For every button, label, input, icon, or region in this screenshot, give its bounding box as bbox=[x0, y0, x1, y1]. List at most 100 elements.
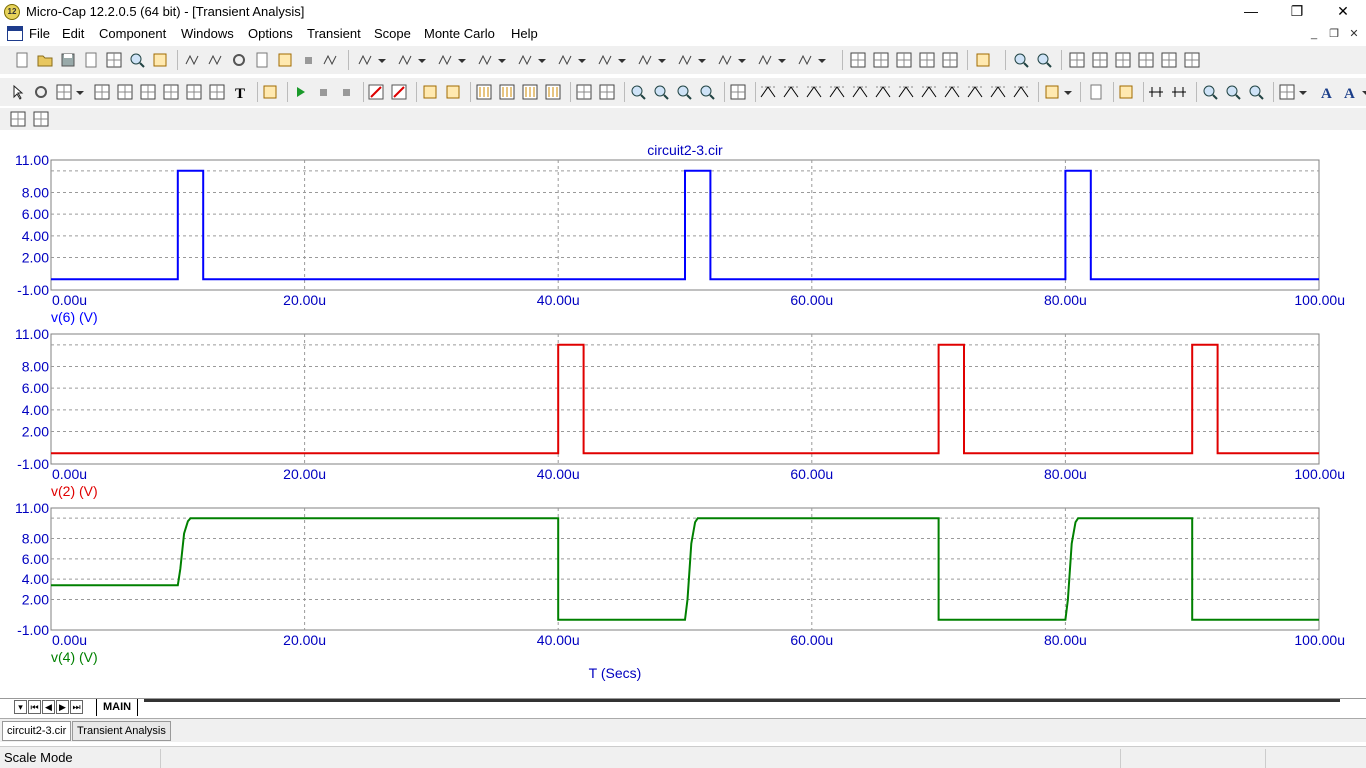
battery-dropdown-icon[interactable] bbox=[617, 52, 633, 68]
menu-component[interactable]: Component bbox=[99, 26, 166, 41]
menu-scope[interactable]: Scope bbox=[374, 26, 411, 41]
tab-next-icon[interactable]: ▶ bbox=[56, 700, 69, 714]
mdi-minimize-button[interactable]: _ bbox=[1306, 27, 1322, 41]
font-icon[interactable]: A bbox=[1319, 84, 1335, 102]
ruler-icon[interactable] bbox=[522, 84, 538, 100]
component-library-icon[interactable] bbox=[1013, 52, 1029, 68]
menu-transient[interactable]: Transient bbox=[307, 26, 361, 41]
tab-scroll-down-icon[interactable]: ▾ bbox=[14, 700, 27, 714]
menu-options[interactable]: Options bbox=[248, 26, 293, 41]
app-icon[interactable]: 12 bbox=[4, 4, 20, 20]
inductor-dropdown-icon[interactable] bbox=[497, 52, 513, 68]
tokens-icon[interactable] bbox=[445, 84, 461, 100]
analysis-run-icon[interactable] bbox=[1184, 52, 1200, 68]
magnify-out-icon[interactable] bbox=[1225, 84, 1241, 100]
tab-prev-icon[interactable]: ◀ bbox=[42, 700, 55, 714]
peak-icon[interactable] bbox=[806, 84, 822, 100]
preferences-icon[interactable] bbox=[1092, 52, 1108, 68]
valley-icon[interactable] bbox=[829, 84, 845, 100]
transient-plot[interactable]: circuit2-3.cir 11.00 8.00 6.00 4.00 2.00 -1.00… bbox=[0, 130, 1366, 698]
paste-special-icon[interactable] bbox=[1044, 84, 1060, 100]
cursor-left-icon[interactable] bbox=[760, 84, 776, 100]
inflection-icon[interactable] bbox=[898, 84, 914, 100]
select-mode-icon[interactable] bbox=[10, 84, 26, 100]
slope-icon[interactable] bbox=[921, 84, 937, 100]
tab-first-icon[interactable]: ⏮ bbox=[28, 700, 41, 714]
series-label[interactable]: v(2) (V) bbox=[51, 483, 98, 499]
series-label[interactable]: v(4) (V) bbox=[51, 649, 98, 665]
text-mode-icon[interactable]: T bbox=[232, 84, 248, 102]
document-icon[interactable] bbox=[7, 26, 23, 41]
minor-grid-icon[interactable] bbox=[499, 84, 515, 100]
scale-mode-icon[interactable] bbox=[94, 84, 110, 100]
tools-icon[interactable] bbox=[1138, 52, 1154, 68]
cursor-copy-dropdown-icon[interactable] bbox=[75, 84, 91, 100]
ground-dropdown-icon[interactable] bbox=[377, 52, 393, 68]
font-style-icon[interactable]: A bbox=[1342, 84, 1358, 102]
resistor-dropdown-icon[interactable] bbox=[417, 52, 433, 68]
mdi-close-button[interactable]: ✕ bbox=[1346, 27, 1362, 41]
inductor-icon[interactable] bbox=[478, 52, 494, 68]
capacitor2-icon[interactable] bbox=[718, 52, 734, 68]
ic-dropdown-icon[interactable] bbox=[697, 52, 713, 68]
horizontal-axis-icon[interactable] bbox=[576, 84, 592, 100]
menu-monte-carlo[interactable]: Monte Carlo bbox=[424, 26, 495, 41]
font-style-dropdown-icon[interactable] bbox=[1361, 84, 1366, 100]
capacitor-dropdown-icon[interactable] bbox=[457, 52, 473, 68]
resistor-icon[interactable] bbox=[398, 52, 414, 68]
buffer-dropdown-icon[interactable] bbox=[657, 52, 673, 68]
vertical-tag-icon[interactable] bbox=[186, 84, 202, 100]
low-icon[interactable] bbox=[875, 84, 891, 100]
plot-separate-icon[interactable] bbox=[545, 84, 561, 100]
run-icon[interactable] bbox=[292, 84, 308, 100]
pan-mode-icon[interactable] bbox=[33, 84, 49, 100]
window-cascade-icon[interactable] bbox=[850, 52, 866, 68]
window-tile-v-icon[interactable] bbox=[873, 52, 889, 68]
bulb-dropdown-icon[interactable] bbox=[817, 52, 833, 68]
formula-icon[interactable] bbox=[209, 84, 225, 100]
cursor-copy-icon[interactable] bbox=[56, 84, 72, 100]
global-high-icon[interactable] bbox=[944, 84, 960, 100]
capacitor2-dropdown-icon[interactable] bbox=[737, 52, 753, 68]
menu-windows[interactable]: Windows bbox=[181, 26, 234, 41]
list-icon[interactable] bbox=[1088, 84, 1104, 100]
open-file-icon[interactable] bbox=[37, 52, 53, 68]
zoom-region-icon[interactable] bbox=[117, 84, 133, 100]
series-label[interactable]: v(6) (V) bbox=[51, 309, 98, 325]
ground-icon[interactable] bbox=[358, 52, 374, 68]
diode-icon[interactable] bbox=[518, 52, 534, 68]
ic-icon[interactable] bbox=[678, 52, 694, 68]
transient-icon[interactable] bbox=[323, 52, 339, 68]
fit-vertical-icon[interactable] bbox=[1171, 84, 1187, 100]
copy-icon[interactable] bbox=[254, 52, 270, 68]
numeric-output-icon[interactable] bbox=[1118, 84, 1134, 100]
mdi-restore-button[interactable]: ❐ bbox=[1326, 27, 1342, 41]
window-split-icon[interactable] bbox=[919, 52, 935, 68]
paste-icon[interactable] bbox=[277, 52, 293, 68]
zoom-out-icon[interactable] bbox=[653, 84, 669, 100]
minimize-button[interactable]: — bbox=[1228, 0, 1274, 24]
analysis-limits-icon[interactable] bbox=[1161, 52, 1177, 68]
restore-scale-icon[interactable] bbox=[391, 84, 407, 100]
copy-plot-icon[interactable] bbox=[10, 111, 26, 127]
global-low-icon[interactable] bbox=[967, 84, 983, 100]
transistor-dropdown-icon[interactable] bbox=[577, 52, 593, 68]
cut-icon[interactable] bbox=[231, 52, 247, 68]
calculator-icon[interactable] bbox=[975, 52, 991, 68]
capacitor-icon[interactable] bbox=[438, 52, 454, 68]
plot-properties-icon[interactable] bbox=[599, 84, 615, 100]
paste-plot-icon[interactable] bbox=[33, 111, 49, 127]
doc-tab-circuit[interactable]: circuit2-3.cir bbox=[2, 721, 72, 741]
properties-dialog-icon[interactable] bbox=[730, 84, 746, 100]
top-icon[interactable] bbox=[990, 84, 1006, 100]
maximize-button[interactable]: ❐ bbox=[1274, 0, 1320, 24]
print-icon[interactable] bbox=[152, 52, 168, 68]
transistor-icon[interactable] bbox=[558, 52, 574, 68]
menu-file[interactable]: File bbox=[29, 26, 50, 41]
high-icon[interactable] bbox=[852, 84, 868, 100]
sheet-tab-main[interactable]: MAIN bbox=[96, 699, 139, 716]
palette-icon[interactable] bbox=[1279, 84, 1295, 100]
save-all-icon[interactable] bbox=[106, 52, 122, 68]
revert-icon[interactable] bbox=[83, 52, 99, 68]
zoom-in-icon[interactable] bbox=[630, 84, 646, 100]
